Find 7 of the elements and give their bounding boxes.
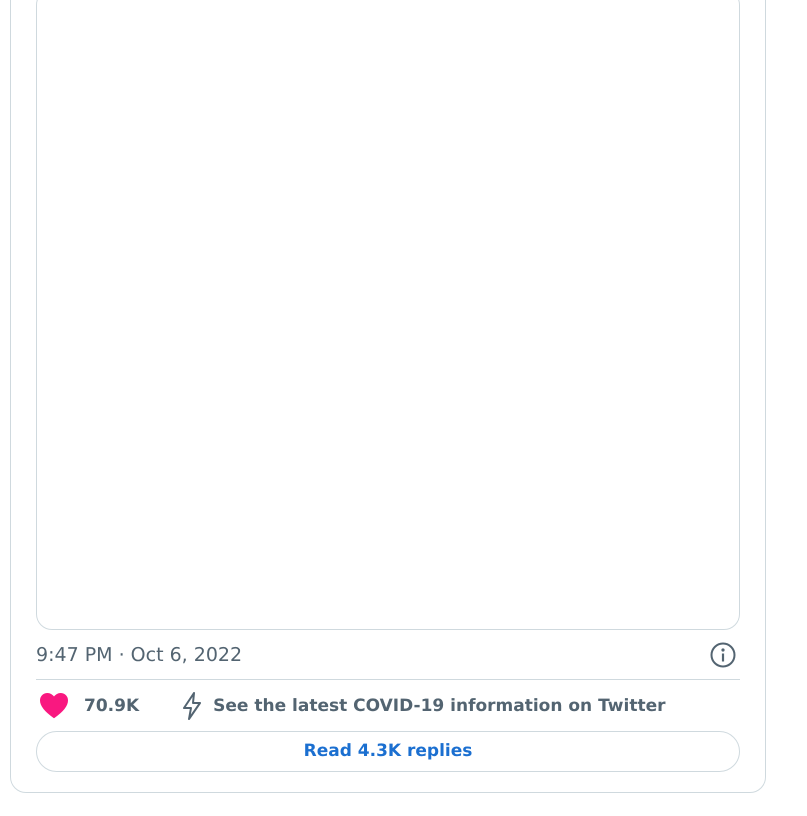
heart-icon[interactable] [40,692,68,719]
lightning-icon [181,692,204,720]
read-replies-button[interactable]: Read 4.3K replies [36,730,740,772]
like-count: 70.9K [84,696,140,716]
timestamp[interactable]: 9:47 PM · Oct 6, 2022 [36,644,242,666]
info-icon[interactable] [710,642,736,668]
covid-info-link[interactable]: See the latest COVID-19 information on Twitter [213,696,666,716]
